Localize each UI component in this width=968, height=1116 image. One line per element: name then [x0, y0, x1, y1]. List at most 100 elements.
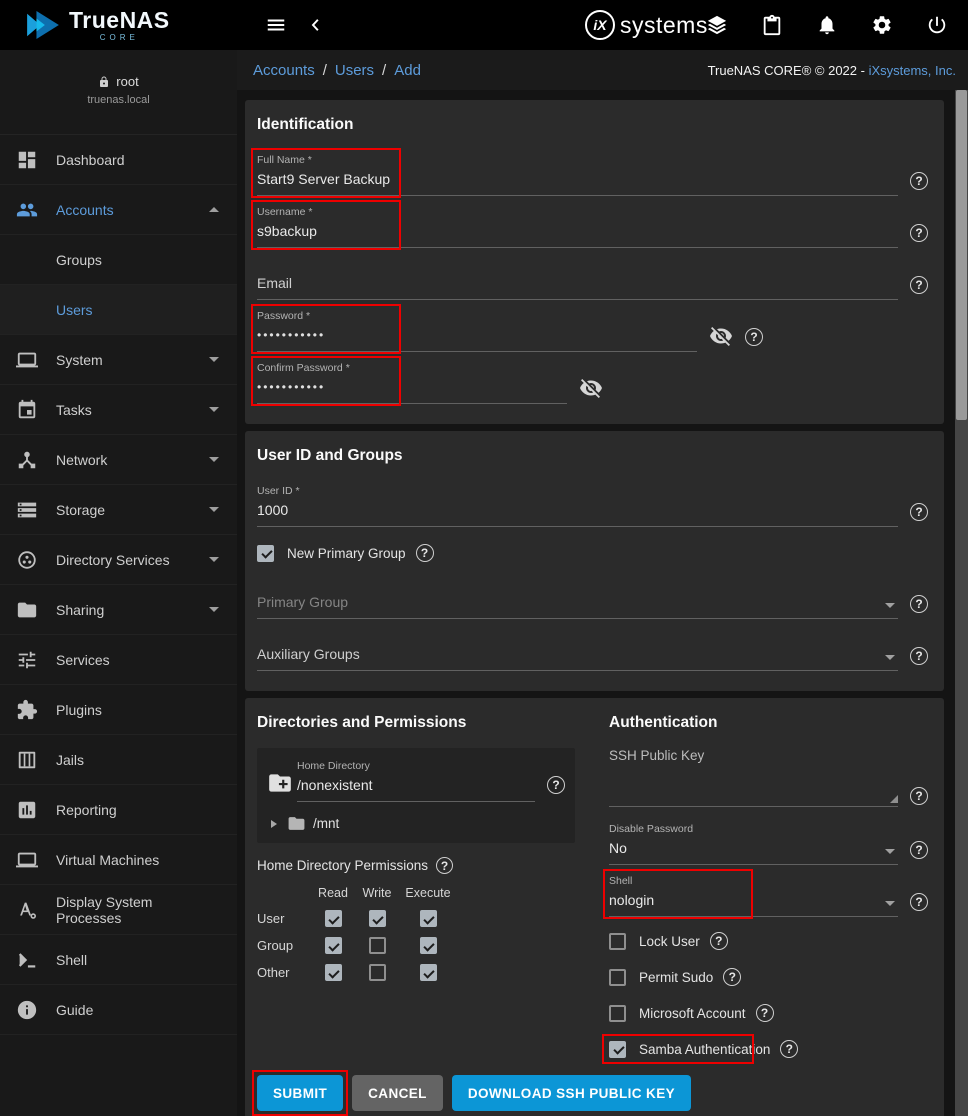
- help-icon[interactable]: [910, 224, 928, 242]
- home-directory-field[interactable]: Home Directory /nonexistent: [297, 756, 535, 802]
- help-icon[interactable]: [547, 776, 565, 794]
- primary-group-select[interactable]: Primary Group: [257, 573, 898, 619]
- visibility-off-icon[interactable]: [709, 324, 733, 348]
- full-name-field[interactable]: Full Name * Start9 Server Backup: [257, 150, 898, 196]
- sidebar-item-network[interactable]: Network: [0, 435, 237, 485]
- sidebar-item-tasks[interactable]: Tasks: [0, 385, 237, 435]
- perm-other-write-checkbox[interactable]: [369, 964, 386, 981]
- expand-arrow-icon[interactable]: [271, 820, 277, 828]
- perm-user-read-checkbox[interactable]: [325, 910, 342, 927]
- help-icon[interactable]: [910, 841, 928, 859]
- ssh-public-key-textarea[interactable]: [609, 763, 898, 807]
- perm-group-execute-checkbox[interactable]: [420, 937, 437, 954]
- auxiliary-groups-select[interactable]: Auxiliary Groups: [257, 625, 898, 671]
- microsoft-account-checkbox[interactable]: [609, 1005, 626, 1022]
- sidebar-item-directory-services[interactable]: Directory Services: [0, 535, 237, 585]
- user-id-field[interactable]: User ID * 1000: [257, 481, 898, 527]
- help-icon[interactable]: [910, 595, 928, 613]
- sidebar-item-sharing[interactable]: Sharing: [0, 585, 237, 635]
- new-primary-group-checkbox[interactable]: [257, 545, 274, 562]
- tree-item-mnt[interactable]: /mnt: [267, 814, 565, 833]
- power-icon[interactable]: [922, 10, 952, 40]
- sidebar-item-services[interactable]: Services: [0, 635, 237, 685]
- confirm-password-field[interactable]: Confirm Password * •••••••••••: [257, 358, 567, 404]
- sidebar-item-dashboard[interactable]: Dashboard: [0, 135, 237, 185]
- breadcrumb-users[interactable]: Users: [335, 62, 374, 79]
- permit-sudo-checkbox[interactable]: [609, 969, 626, 986]
- sidebar-item-display-system-processes[interactable]: Display System Processes: [0, 885, 237, 935]
- password-value[interactable]: •••••••••••: [257, 323, 697, 352]
- submit-button[interactable]: SUBMIT: [257, 1075, 343, 1111]
- full-name-value[interactable]: Start9 Server Backup: [257, 167, 898, 196]
- sidebar-item-storage[interactable]: Storage: [0, 485, 237, 535]
- samba-authentication-checkbox[interactable]: [609, 1041, 626, 1058]
- visibility-off-icon[interactable]: [579, 376, 603, 400]
- help-icon[interactable]: [416, 544, 434, 562]
- confirm-password-value[interactable]: •••••••••••: [257, 375, 567, 404]
- create-new-folder-icon[interactable]: [267, 770, 293, 796]
- disable-password-value[interactable]: No: [609, 836, 898, 865]
- sidebar-item-plugins[interactable]: Plugins: [0, 685, 237, 735]
- clipboard-icon[interactable]: [757, 10, 787, 40]
- shell-value[interactable]: nologin: [609, 888, 898, 917]
- breadcrumb-add[interactable]: Add: [394, 62, 421, 79]
- sidebar-item-virtual-machines[interactable]: Virtual Machines: [0, 835, 237, 885]
- email-placeholder[interactable]: Email: [257, 271, 898, 300]
- primary-group-placeholder[interactable]: Primary Group: [257, 590, 898, 619]
- perm-other-read-checkbox[interactable]: [325, 964, 342, 981]
- chevron-down-icon: [209, 457, 219, 462]
- email-field[interactable]: Email: [257, 254, 898, 300]
- truenas-logo[interactable]: TrueNAS CORE: [0, 0, 237, 50]
- sidebar-item-accounts[interactable]: Accounts: [0, 185, 237, 235]
- help-icon[interactable]: [756, 1004, 774, 1022]
- sidebar-item-jails[interactable]: Jails: [0, 735, 237, 785]
- perm-other-execute-checkbox[interactable]: [420, 964, 437, 981]
- help-icon[interactable]: [910, 172, 928, 190]
- sidebar-item-groups[interactable]: Groups: [0, 235, 237, 285]
- resize-grip-icon[interactable]: [890, 795, 898, 803]
- lock-user-checkbox[interactable]: [609, 933, 626, 950]
- scrollbar-thumb[interactable]: [956, 90, 967, 420]
- sidebar-item-shell[interactable]: Shell: [0, 935, 237, 985]
- notifications-bell-icon[interactable]: [812, 10, 842, 40]
- disable-password-select[interactable]: Disable Password No: [609, 819, 898, 865]
- perm-user-write-checkbox[interactable]: [369, 910, 386, 927]
- perm-user-execute-checkbox[interactable]: [420, 910, 437, 927]
- help-icon[interactable]: [910, 276, 928, 294]
- password-field[interactable]: Password * •••••••••••: [257, 306, 697, 352]
- sidebar-item-users[interactable]: Users: [0, 285, 237, 335]
- calendar-icon: [16, 399, 38, 421]
- help-icon[interactable]: [780, 1040, 798, 1058]
- username-field[interactable]: Username * s9backup: [257, 202, 898, 248]
- help-icon[interactable]: [910, 647, 928, 665]
- help-icon[interactable]: [910, 893, 928, 911]
- home-directory-value[interactable]: /nonexistent: [297, 773, 535, 802]
- hamburger-menu-icon[interactable]: [261, 10, 291, 40]
- auxiliary-groups-placeholder[interactable]: Auxiliary Groups: [257, 642, 898, 671]
- help-icon[interactable]: [910, 503, 928, 521]
- settings-gear-icon[interactable]: [867, 10, 897, 40]
- help-icon[interactable]: [745, 328, 763, 346]
- copyright-text: TrueNAS CORE® © 2022 - iXsystems, Inc.: [708, 63, 956, 78]
- sidebar-item-reporting[interactable]: Reporting: [0, 785, 237, 835]
- ixsystems-logo[interactable]: iX systems: [585, 10, 708, 40]
- breadcrumb-accounts[interactable]: Accounts: [253, 62, 315, 79]
- ix-systems-text: systems: [620, 12, 708, 39]
- perm-group-read-checkbox[interactable]: [325, 937, 342, 954]
- page-scrollbar[interactable]: [955, 90, 968, 1116]
- help-icon[interactable]: [910, 787, 928, 805]
- ixsystems-link[interactable]: iXsystems, Inc.: [869, 63, 956, 78]
- boxes-icon[interactable]: [702, 10, 732, 40]
- sidebar-item-system[interactable]: System: [0, 335, 237, 385]
- collapse-chevron-icon[interactable]: [303, 12, 329, 38]
- help-icon[interactable]: [710, 932, 728, 950]
- help-icon[interactable]: [436, 857, 453, 874]
- download-ssh-public-key-button[interactable]: DOWNLOAD SSH PUBLIC KEY: [452, 1075, 691, 1111]
- perm-group-write-checkbox[interactable]: [369, 937, 386, 954]
- cancel-button[interactable]: CANCEL: [352, 1075, 443, 1111]
- shell-select[interactable]: Shell nologin: [609, 871, 898, 917]
- sidebar-item-guide[interactable]: Guide: [0, 985, 237, 1035]
- username-value[interactable]: s9backup: [257, 219, 898, 248]
- user-id-value[interactable]: 1000: [257, 498, 898, 527]
- help-icon[interactable]: [723, 968, 741, 986]
